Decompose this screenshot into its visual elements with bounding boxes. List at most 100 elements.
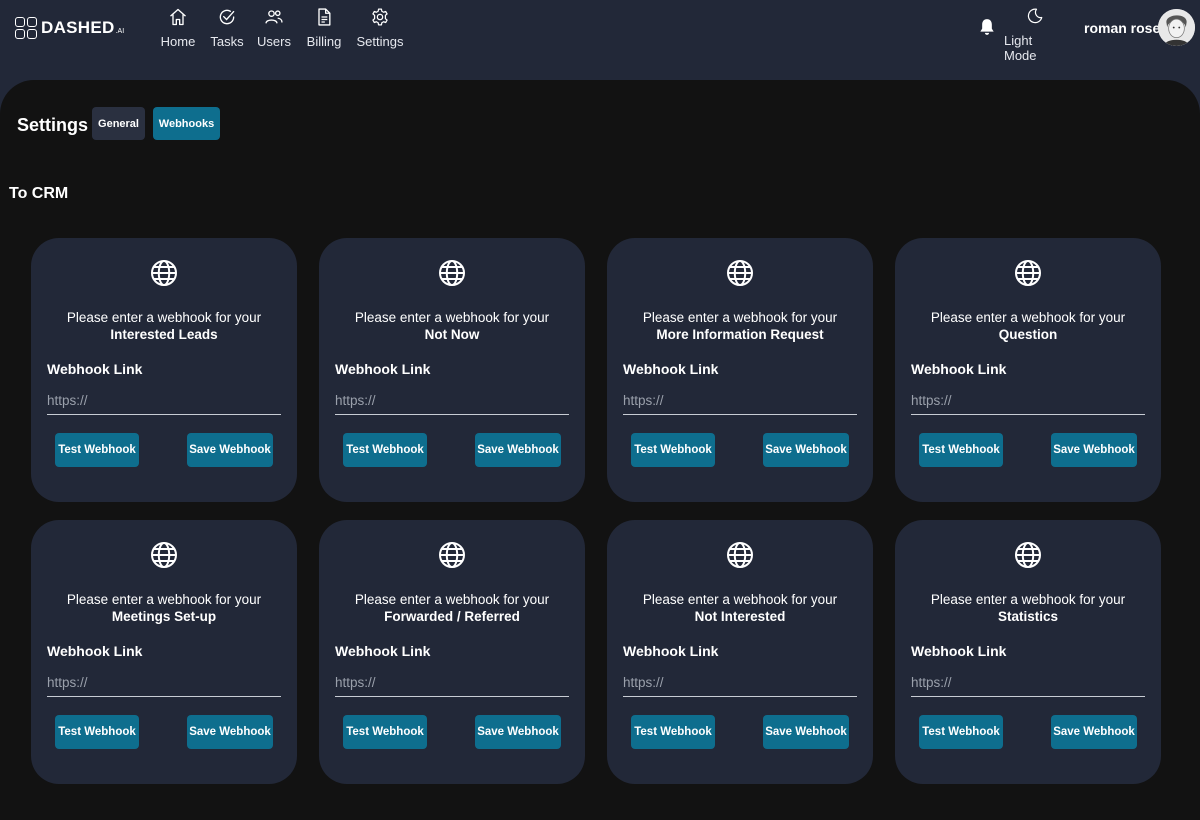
test-webhook-button[interactable]: Test Webhook <box>55 715 139 749</box>
webhook-prompt-text: Please enter a webhook for your <box>930 592 1126 607</box>
test-webhook-button[interactable]: Test Webhook <box>343 715 427 749</box>
gear-icon <box>372 8 388 26</box>
webhook-prompt-text: Please enter a webhook for your <box>354 592 550 607</box>
avatar-image <box>1158 9 1195 46</box>
globe-icon <box>151 542 177 568</box>
webhook-link-label: Webhook Link <box>623 361 719 377</box>
brand-logo[interactable]: DASHED .AI <box>15 16 124 40</box>
avatar[interactable] <box>1158 9 1195 46</box>
brand-name: DASHED <box>41 18 115 37</box>
webhook-card: Please enter a webhook for your Forwarde… <box>319 520 585 784</box>
webhook-category: Statistics <box>997 609 1059 624</box>
save-webhook-button[interactable]: Save Webhook <box>1051 433 1137 467</box>
test-webhook-button[interactable]: Test Webhook <box>343 433 427 467</box>
webhook-card: Please enter a webhook for your Not Now … <box>319 238 585 502</box>
webhook-url-input[interactable] <box>47 386 281 415</box>
webhook-prompt-text: Please enter a webhook for your <box>354 310 550 325</box>
save-webhook-button[interactable]: Save Webhook <box>475 715 561 749</box>
webhook-category: Not Now <box>424 327 480 342</box>
test-webhook-button[interactable]: Test Webhook <box>919 715 1003 749</box>
test-webhook-button[interactable]: Test Webhook <box>631 715 715 749</box>
nav-label-billing: Billing <box>306 34 342 49</box>
moon-icon <box>1027 8 1043 24</box>
webhook-card: Please enter a webhook for your Not Inte… <box>607 520 873 784</box>
nav-label-tasks: Tasks <box>210 34 244 49</box>
webhook-prompt-text: Please enter a webhook for your <box>66 310 262 325</box>
globe-icon <box>439 260 465 286</box>
check-circle-icon <box>219 9 235 25</box>
main-content: Settings General Webhooks To CRM Please … <box>0 80 1200 820</box>
nav-item-settings[interactable]: Settings <box>350 7 410 49</box>
webhook-link-label: Webhook Link <box>47 643 143 659</box>
users-icon <box>265 10 283 24</box>
nav-label-settings: Settings <box>356 34 404 49</box>
globe-icon <box>727 542 753 568</box>
theme-toggle-label: Light Mode <box>1004 33 1037 63</box>
section-title: To CRM <box>9 185 69 202</box>
webhook-prompt: Please enter a webhook for your Forwarde… <box>319 591 585 625</box>
nav-label-users: Users <box>257 34 291 49</box>
webhook-prompt-text: Please enter a webhook for your <box>66 592 262 607</box>
webhook-category: More Information Request <box>656 327 824 342</box>
globe-icon <box>727 260 753 286</box>
home-icon <box>170 8 186 26</box>
save-webhook-button[interactable]: Save Webhook <box>763 715 849 749</box>
webhook-card: Please enter a webhook for your Interest… <box>31 238 297 502</box>
save-webhook-button[interactable]: Save Webhook <box>1051 715 1137 749</box>
user-name[interactable]: roman rose <box>1084 20 1160 36</box>
nav-label-home: Home <box>160 34 196 49</box>
top-navbar: DASHED .AI Home Tasks Users Billing Sett… <box>0 0 1200 80</box>
globe-icon <box>1015 260 1041 286</box>
webhook-prompt: Please enter a webhook for your Statisti… <box>895 591 1161 625</box>
webhook-link-label: Webhook Link <box>47 361 143 377</box>
webhook-url-input[interactable] <box>911 386 1145 415</box>
test-webhook-button[interactable]: Test Webhook <box>55 433 139 467</box>
webhook-category: Question <box>998 327 1058 342</box>
webhook-url-input[interactable] <box>335 386 569 415</box>
save-webhook-button[interactable]: Save Webhook <box>187 715 273 749</box>
webhook-prompt: Please enter a webhook for your Question <box>895 309 1161 343</box>
webhook-link-label: Webhook Link <box>911 361 1007 377</box>
webhook-prompt: Please enter a webhook for your More Inf… <box>607 309 873 343</box>
webhook-category: Not Interested <box>694 609 786 624</box>
webhook-url-input[interactable] <box>911 668 1145 697</box>
test-webhook-button[interactable]: Test Webhook <box>631 433 715 467</box>
webhook-card: Please enter a webhook for your More Inf… <box>607 238 873 502</box>
webhook-url-input[interactable] <box>335 668 569 697</box>
webhook-link-label: Webhook Link <box>335 643 431 659</box>
brand-suffix: .AI <box>115 27 125 35</box>
globe-icon <box>151 260 177 286</box>
save-webhook-button[interactable]: Save Webhook <box>475 433 561 467</box>
save-webhook-button[interactable]: Save Webhook <box>763 433 849 467</box>
webhook-card: Please enter a webhook for your Question… <box>895 238 1161 502</box>
webhook-category: Meetings Set-up <box>111 609 217 624</box>
save-webhook-button[interactable]: Save Webhook <box>187 433 273 467</box>
webhook-link-label: Webhook Link <box>623 643 719 659</box>
webhook-url-input[interactable] <box>623 668 857 697</box>
webhook-url-input[interactable] <box>47 668 281 697</box>
webhook-link-label: Webhook Link <box>335 361 431 377</box>
tab-general[interactable]: General <box>92 107 145 140</box>
webhook-prompt-text: Please enter a webhook for your <box>642 310 838 325</box>
webhook-link-label: Webhook Link <box>911 643 1007 659</box>
test-webhook-button[interactable]: Test Webhook <box>919 433 1003 467</box>
webhook-prompt: Please enter a webhook for your Meetings… <box>31 591 297 625</box>
webhook-prompt: Please enter a webhook for your Not Inte… <box>607 591 873 625</box>
bell-icon[interactable] <box>977 17 997 37</box>
webhook-card: Please enter a webhook for your Meetings… <box>31 520 297 784</box>
document-icon <box>318 8 331 26</box>
tab-webhooks[interactable]: Webhooks <box>153 107 220 140</box>
globe-icon <box>1015 542 1041 568</box>
nav-item-billing[interactable]: Billing <box>294 7 354 49</box>
logo-icon <box>15 17 37 39</box>
theme-toggle[interactable]: Light Mode <box>1004 7 1066 63</box>
webhook-card: Please enter a webhook for your Statisti… <box>895 520 1161 784</box>
webhook-prompt-text: Please enter a webhook for your <box>930 310 1126 325</box>
webhook-category: Forwarded / Referred <box>384 609 520 624</box>
globe-icon <box>439 542 465 568</box>
page-title: Settings <box>17 115 89 135</box>
webhook-prompt-text: Please enter a webhook for your <box>642 592 838 607</box>
webhook-category: Interested Leads <box>110 327 218 342</box>
webhook-prompt: Please enter a webhook for your Interest… <box>31 309 297 343</box>
webhook-url-input[interactable] <box>623 386 857 415</box>
